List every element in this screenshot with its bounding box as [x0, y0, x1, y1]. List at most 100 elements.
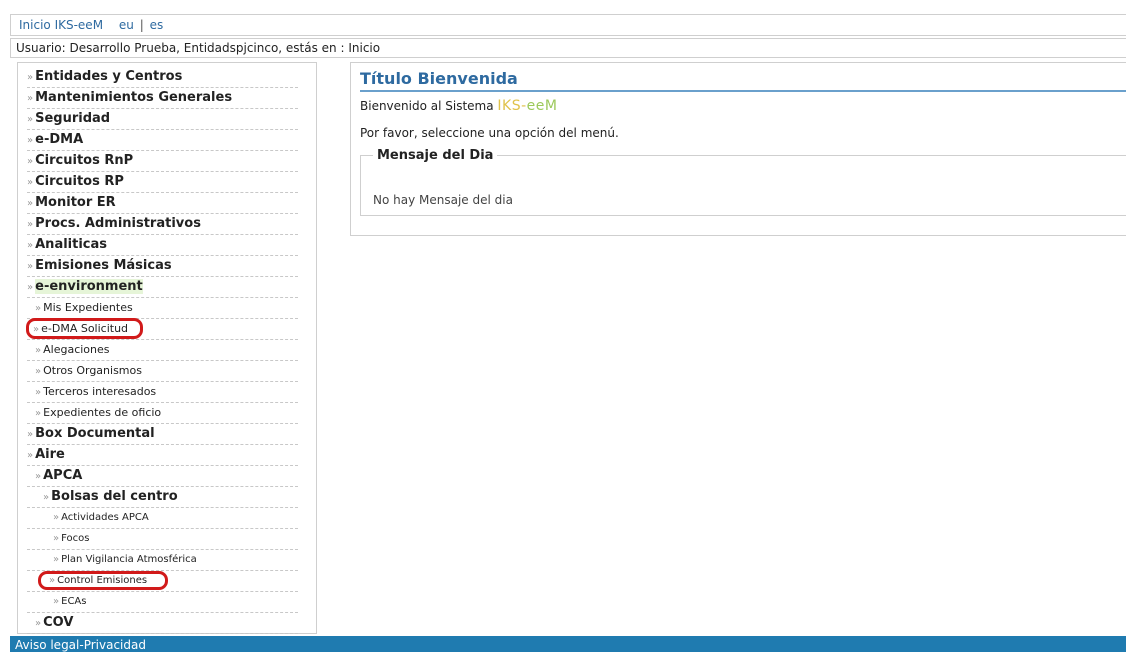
submenu-item-alegaciones[interactable]: » Alegaciones — [27, 340, 298, 361]
submenu-item-e-dma-solicitud[interactable]: » e-DMA Solicitud — [25, 318, 298, 340]
menu-item-emisiones-masicas[interactable]: » Emisiones Másicas — [27, 256, 298, 277]
highlight-ring: » e-DMA Solicitud — [25, 318, 144, 339]
chevron-right-icon: » — [27, 261, 34, 272]
brand-logo-part: IKS- — [497, 98, 527, 114]
chevron-right-icon: » — [33, 324, 40, 335]
footer-bar: Aviso legal-Privacidad — [10, 636, 1126, 652]
chevron-right-icon: » — [27, 240, 34, 251]
sidebar-menu: » Entidades y Centros » Mantenimientos Gen… — [17, 62, 317, 634]
chevron-right-icon: » — [35, 471, 42, 482]
welcome-prefix: Bienvenido al Sistema — [360, 99, 494, 113]
chevron-right-icon: » — [27, 156, 34, 167]
submenu-item-otros-organismos[interactable]: » Otros Organismos — [27, 361, 298, 382]
menu-item-analiticas[interactable]: » Analiticas — [27, 235, 298, 256]
menu-item-label: Aire — [35, 447, 65, 462]
message-of-the-day-title: Mensaje del Dia — [377, 148, 494, 163]
submenu-item-control-emisiones[interactable]: » Control Emisiones — [27, 571, 298, 592]
menu-item-label: APCA — [43, 468, 83, 483]
menu-item-bolsas-del-centro[interactable]: » Bolsas del centro — [27, 487, 298, 508]
main-content-panel: Título Bienvenida Bienvenido al Sistema … — [350, 62, 1126, 236]
chevron-right-icon: » — [35, 366, 42, 377]
menu-item-box-documental[interactable]: » Box Documental — [27, 424, 298, 445]
menu-item-label: Mantenimientos Generales — [35, 90, 233, 105]
menu-item-apca[interactable]: » APCA — [27, 466, 298, 487]
chevron-right-icon: » — [27, 198, 34, 209]
submenu-item-terceros-interesados[interactable]: » Terceros interesados — [27, 382, 298, 403]
chevron-right-icon: » — [35, 408, 42, 419]
chevron-right-icon: » — [53, 554, 60, 565]
submenu-item-mis-expedientes[interactable]: » Mis Expedientes — [27, 298, 298, 319]
menu-item-entidades-y-centros[interactable]: » Entidades y Centros — [27, 67, 298, 88]
language-eu-link[interactable]: eu — [119, 18, 134, 32]
menu-item-label: Circuitos RnP — [35, 153, 134, 168]
menu-item-mantenimientos-generales[interactable]: » Mantenimientos Generales — [27, 88, 298, 109]
menu-item-label: Procs. Administrativos — [35, 216, 201, 231]
menu-item-label: Mis Expedientes — [43, 301, 133, 314]
chevron-right-icon: » — [27, 135, 34, 146]
menu-item-label: Monitor ER — [35, 195, 116, 210]
menu-item-label: Circuitos RP — [35, 174, 124, 189]
highlight-ring: » Control Emisiones — [37, 571, 169, 590]
menu-item-seguridad[interactable]: » Seguridad — [27, 109, 298, 130]
menu-item-label: Emisiones Másicas — [35, 258, 172, 273]
menu-item-label: Expedientes de oficio — [43, 406, 162, 419]
page: Inicio IKS-eeM eu | es Usuario: Desarrol… — [0, 0, 1126, 652]
chevron-right-icon: » — [35, 618, 42, 629]
chevron-right-icon: » — [53, 596, 60, 607]
menu-item-e-environment[interactable]: » e-environment — [27, 277, 298, 298]
home-link[interactable]: Inicio IKS-eeM — [19, 18, 103, 32]
chevron-right-icon: » — [49, 575, 56, 586]
submenu-item-plan-vigilancia-atmosferica[interactable]: » Plan Vigilancia Atmosférica — [27, 550, 298, 571]
menu-item-label: Plan Vigilancia Atmosférica — [61, 554, 197, 565]
menu-item-label: e-DMA Solicitud — [41, 322, 129, 335]
chevron-right-icon: » — [27, 72, 34, 83]
chevron-right-icon: » — [27, 219, 34, 230]
chevron-right-icon: » — [35, 345, 42, 356]
chevron-right-icon: » — [27, 177, 34, 188]
submenu-item-ecas[interactable]: » ECAs — [27, 592, 298, 613]
brand-logo: IKS-eeM — [497, 98, 557, 114]
chevron-right-icon: » — [27, 429, 34, 440]
menu-item-e-dma[interactable]: » e-DMA — [27, 130, 298, 151]
menu-item-label: e-environment — [35, 279, 143, 294]
chevron-right-icon: » — [43, 492, 50, 503]
legal-privacy-link[interactable]: Aviso legal-Privacidad — [15, 638, 146, 652]
menu-item-label: Focos — [61, 533, 90, 544]
submenu-item-expedientes-de-oficio[interactable]: » Expedientes de oficio — [27, 403, 298, 424]
menu-item-label: Terceros interesados — [43, 385, 157, 398]
menu-item-circuitos-rnp[interactable]: » Circuitos RnP — [27, 151, 298, 172]
menu-item-procs-administrativos[interactable]: » Procs. Administrativos — [27, 214, 298, 235]
chevron-right-icon: » — [35, 303, 42, 314]
chevron-right-icon: » — [27, 450, 34, 461]
menu-item-label: ECAs — [61, 596, 87, 607]
chevron-right-icon: » — [35, 387, 42, 398]
page-title: Título Bienvenida — [360, 69, 1126, 92]
menu-item-label: Bolsas del centro — [51, 489, 178, 504]
menu-item-label: e-DMA — [35, 132, 84, 147]
menu-hint-text: Por favor, seleccione una opción del men… — [360, 126, 619, 140]
submenu-item-focos[interactable]: » Focos — [27, 529, 298, 550]
menu-item-label: Alegaciones — [43, 343, 110, 356]
language-es-link[interactable]: es — [150, 18, 164, 32]
menu-item-label: Otros Organismos — [43, 364, 142, 377]
message-of-the-day-text: No hay Mensaje del dia — [373, 193, 513, 207]
menu-item-label: COV — [43, 615, 74, 630]
chevron-right-icon: » — [27, 114, 34, 125]
user-breadcrumb-bar: Usuario: Desarrollo Prueba, Entidadspjci… — [10, 38, 1126, 58]
top-navigation-bar: Inicio IKS-eeM eu | es — [10, 14, 1126, 36]
welcome-text: Bienvenido al Sistema IKS-eeM — [360, 98, 1126, 114]
language-separator: | — [139, 18, 144, 32]
menu-item-circuitos-rp[interactable]: » Circuitos RP — [27, 172, 298, 193]
menu-item-label: Actividades APCA — [61, 512, 149, 523]
chevron-right-icon: » — [53, 533, 60, 544]
chevron-right-icon: » — [27, 93, 34, 104]
menu-item-cov[interactable]: » COV — [27, 613, 298, 634]
menu-item-label: Entidades y Centros — [35, 69, 183, 84]
chevron-right-icon: » — [53, 512, 60, 523]
submenu-item-actividades-apca[interactable]: » Actividades APCA — [27, 508, 298, 529]
menu-item-monitor-er[interactable]: » Monitor ER — [27, 193, 298, 214]
chevron-right-icon: » — [27, 282, 34, 293]
message-of-the-day-box: Mensaje del Dia No hay Mensaje del dia — [360, 148, 1126, 216]
menu-item-label: Box Documental — [35, 426, 155, 441]
menu-item-aire[interactable]: » Aire — [27, 445, 298, 466]
